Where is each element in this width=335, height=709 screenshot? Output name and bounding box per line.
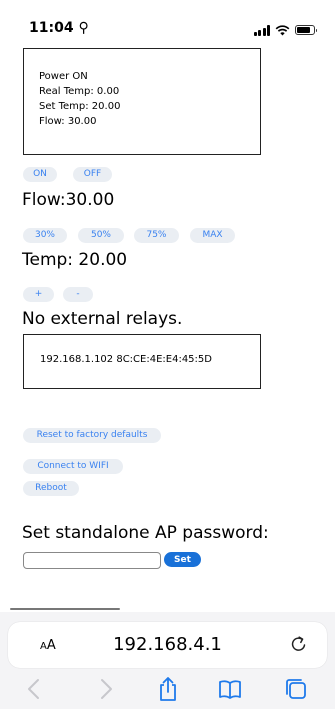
power-status: Power ON — [39, 71, 88, 82]
flow-status: Flow: 30.00 — [39, 116, 97, 127]
share-icon[interactable] — [155, 676, 181, 702]
wifi-icon — [275, 24, 290, 35]
power-off-button[interactable]: OFF — [73, 167, 112, 182]
ip-mac-address: 192.168.1.102 8C:CE:4E:E4:45:5D — [40, 354, 212, 365]
temp-heading: Temp: 20.00 — [22, 250, 128, 270]
connect-wifi-button[interactable]: Connect to WIFI — [23, 459, 123, 474]
temp-increase-button[interactable]: + — [23, 287, 54, 302]
device-status-box: Power ON Real Temp: 0.00 Set Temp: 20.00… — [23, 48, 261, 155]
reload-icon[interactable] — [289, 634, 309, 654]
set-password-button[interactable]: Set — [164, 552, 201, 567]
flow-heading: Flow:30.00 — [22, 190, 115, 210]
back-chevron-icon[interactable] — [22, 676, 48, 702]
flow-75-button[interactable]: 75% — [134, 228, 179, 243]
scroll-indicator — [10, 608, 120, 610]
tabs-icon[interactable] — [283, 676, 309, 702]
address-bar[interactable]: AA 192.168.4.1 — [8, 622, 327, 668]
relays-heading: No external relays. — [22, 309, 183, 329]
url-text[interactable]: 192.168.4.1 — [8, 634, 327, 655]
ap-password-heading: Set standalone AP password: — [22, 523, 269, 543]
status-time: 11:04 ⚲ — [29, 20, 89, 36]
real-temp-status: Real Temp: 0.00 — [39, 86, 120, 97]
network-info-box: 192.168.1.102 8C:CE:4E:E4:45:5D — [23, 334, 261, 389]
temp-decrease-button[interactable]: - — [63, 287, 93, 302]
flow-max-button[interactable]: MAX — [190, 228, 235, 243]
status-bar: 11:04 ⚲ — [0, 0, 335, 52]
flow-50-button[interactable]: 50% — [78, 228, 124, 243]
power-on-button[interactable]: ON — [23, 167, 57, 182]
browser-bottom-bar: AA 192.168.4.1 — [0, 612, 335, 709]
cellular-signal-icon — [253, 24, 270, 36]
reboot-button[interactable]: Reboot — [23, 481, 79, 496]
flow-30-button[interactable]: 30% — [23, 228, 67, 243]
forward-chevron-icon[interactable] — [92, 676, 118, 702]
set-temp-status: Set Temp: 20.00 — [39, 101, 121, 112]
ap-password-input[interactable] — [23, 552, 161, 569]
bookmarks-icon[interactable] — [217, 676, 243, 702]
browser-toolbar — [0, 670, 335, 709]
factory-reset-button[interactable]: Reset to factory defaults — [23, 428, 161, 443]
status-icons — [253, 24, 317, 36]
battery-icon — [295, 25, 317, 35]
